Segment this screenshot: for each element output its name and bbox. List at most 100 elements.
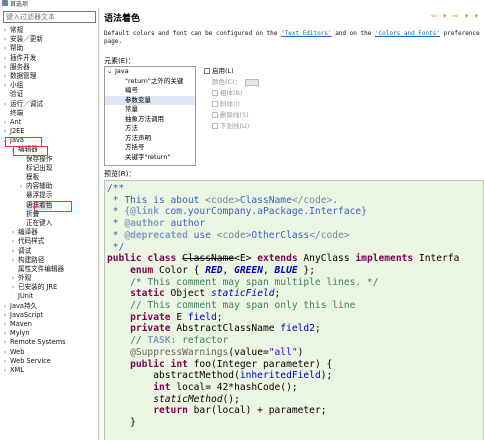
- enable-checkbox[interactable]: 启用(L): [204, 66, 324, 77]
- element-list-item[interactable]: 方法: [105, 124, 195, 134]
- element-list-item[interactable]: "return"之外的关键: [105, 77, 195, 87]
- chevron-right-icon[interactable]: ›: [2, 118, 8, 127]
- tree-item[interactable]: › XML: [0, 366, 98, 375]
- chevron-right-icon[interactable]: ›: [2, 366, 8, 375]
- chevron-right-icon[interactable]: ›: [2, 81, 8, 90]
- chevron-right-icon[interactable]: ›: [18, 182, 24, 191]
- chevron-right-icon[interactable]: ›: [2, 302, 8, 311]
- tree-item[interactable]: › 已安装的 JRE: [0, 283, 98, 292]
- filter-input[interactable]: [3, 11, 96, 23]
- tree-item[interactable]: › 内容辅助: [0, 182, 98, 191]
- tree-item[interactable]: 终端: [0, 109, 98, 118]
- tree-item[interactable]: 保存操作: [0, 155, 98, 164]
- tree-item[interactable]: › 代码样式: [0, 237, 98, 246]
- chevron-right-icon[interactable]: ›: [2, 348, 8, 357]
- colors-and-fonts-link[interactable]: 'Colors and Fonts': [375, 30, 440, 37]
- tree-item[interactable]: › 安装／更新: [0, 35, 98, 44]
- chevron-right-icon[interactable]: ›: [2, 35, 8, 44]
- tree-item[interactable]: › 数据管理: [0, 72, 98, 81]
- tree-item[interactable]: › Java持久: [0, 302, 98, 311]
- code-token: ,: [262, 264, 275, 276]
- tree-item[interactable]: › 常规: [0, 26, 98, 35]
- chevron-right-icon[interactable]: ›: [2, 44, 8, 53]
- tree-item[interactable]: 正在键入: [0, 219, 98, 228]
- element-list-item[interactable]: 常量: [105, 105, 195, 115]
- chevron-right-icon[interactable]: ›: [2, 329, 8, 338]
- tree-item[interactable]: › J2EE: [0, 127, 98, 136]
- tree-item[interactable]: › 插件开发: [0, 54, 98, 63]
- tree-item[interactable]: › 外观: [0, 274, 98, 283]
- tree-item[interactable]: › Web: [0, 348, 98, 357]
- enable-checkbox-box[interactable]: [204, 68, 210, 74]
- chevron-right-icon[interactable]: ›: [2, 311, 8, 320]
- tree-item-label: Remote Systems: [10, 338, 66, 347]
- chevron-right-icon[interactable]: ›: [2, 127, 8, 136]
- tree-item[interactable]: › 构建路径: [0, 256, 98, 265]
- chevron-right-icon[interactable]: ›: [10, 247, 16, 256]
- chevron-right-icon[interactable]: ›: [10, 274, 16, 283]
- chevron-right-icon[interactable]: ›: [2, 320, 8, 329]
- tree-item[interactable]: 验证: [0, 90, 98, 99]
- color-picker-button[interactable]: [245, 78, 260, 86]
- strikethrough-checkbox[interactable]: 删除线(S): [204, 110, 324, 121]
- tree-item[interactable]: › 小组: [0, 81, 98, 90]
- italic-checkbox-box[interactable]: [212, 101, 218, 107]
- code-token: <code>: [205, 194, 240, 206]
- chevron-right-icon[interactable]: ›: [2, 72, 8, 81]
- code-token: */: [107, 241, 125, 253]
- tree-item[interactable]: › JavaScript: [0, 311, 98, 320]
- tree-item[interactable]: › 运行／调试: [0, 100, 98, 109]
- tree-item[interactable]: 悬浮提示: [0, 191, 98, 200]
- chevron-right-icon[interactable]: ›: [10, 283, 16, 292]
- element-list-item[interactable]: ⌄ Java: [105, 67, 195, 77]
- code-token: return: [153, 405, 188, 417]
- chevron-right-icon[interactable]: ›: [2, 26, 8, 35]
- element-list-item[interactable]: 方括号: [105, 143, 195, 153]
- element-list-item[interactable]: 参数变量: [105, 95, 195, 105]
- chevron-right-icon[interactable]: ›: [10, 237, 16, 246]
- strikethrough-label: 删除线(S): [220, 111, 249, 119]
- tree-item[interactable]: › Ant: [0, 118, 98, 127]
- chevron-right-icon[interactable]: ›: [2, 338, 8, 347]
- tree-item[interactable]: › 服务器: [0, 62, 98, 72]
- italic-checkbox[interactable]: 斜体(I): [204, 99, 324, 110]
- bold-checkbox[interactable]: 粗体(B): [204, 88, 324, 99]
- chevron-right-icon[interactable]: ›: [2, 54, 8, 63]
- bold-checkbox-box[interactable]: [212, 90, 218, 96]
- code-token: private: [130, 311, 171, 323]
- code-token: BLUE: [274, 264, 298, 276]
- element-list-item-label: 抽象方法调用: [125, 114, 164, 123]
- chevron-right-icon[interactable]: ›: [2, 63, 8, 72]
- tree-item[interactable]: › Mylyn: [0, 329, 98, 338]
- element-list-item[interactable]: 编号: [105, 86, 195, 96]
- element-list[interactable]: ⌄ Java "return"之外的关键 编号 参数变量 常量 抽象方法调用 方法 方法声明 方括…: [104, 66, 196, 166]
- chevron-right-icon[interactable]: ›: [10, 256, 16, 265]
- element-list-item[interactable]: 抽象方法调用: [105, 115, 195, 125]
- preview-label: 预览(R)：: [104, 170, 136, 178]
- tree-item[interactable]: 标记出现: [0, 164, 98, 173]
- tree-item[interactable]: › Remote Systems: [0, 338, 98, 347]
- strikethrough-checkbox-box[interactable]: [212, 112, 218, 118]
- tree-item[interactable]: › 编译器: [0, 228, 98, 237]
- element-list-item[interactable]: 方法声明: [105, 134, 195, 144]
- chevron-right-icon[interactable]: ›: [2, 357, 8, 366]
- element-list-item[interactable]: 关键字"return": [105, 153, 195, 163]
- tree-item[interactable]: 属性文件编辑器: [0, 265, 98, 274]
- code-token: static: [130, 288, 165, 300]
- tree-item[interactable]: › 帮助: [0, 44, 98, 53]
- tree-item[interactable]: › Maven: [0, 320, 98, 329]
- underline-checkbox[interactable]: 下划线(U): [204, 121, 324, 132]
- tree-item[interactable]: › Web Service: [0, 357, 98, 366]
- underline-checkbox-box[interactable]: [212, 123, 218, 129]
- tree-item[interactable]: › 调试: [0, 247, 98, 256]
- chevron-down-icon[interactable]: ⌄: [107, 67, 112, 77]
- navigation-arrows-icon[interactable]: ⇦ ▾ ⇨ ▾ ▾: [431, 12, 480, 20]
- tree-item[interactable]: JUnit: [0, 292, 98, 301]
- tree-item-label: 服务器: [10, 62, 30, 71]
- text-editors-link[interactable]: 'Text Editors': [281, 30, 332, 37]
- chevron-right-icon[interactable]: ›: [2, 100, 8, 109]
- chevron-right-icon[interactable]: ›: [10, 228, 16, 237]
- tree-item[interactable]: 模板: [0, 173, 98, 182]
- code-token: int: [153, 381, 171, 393]
